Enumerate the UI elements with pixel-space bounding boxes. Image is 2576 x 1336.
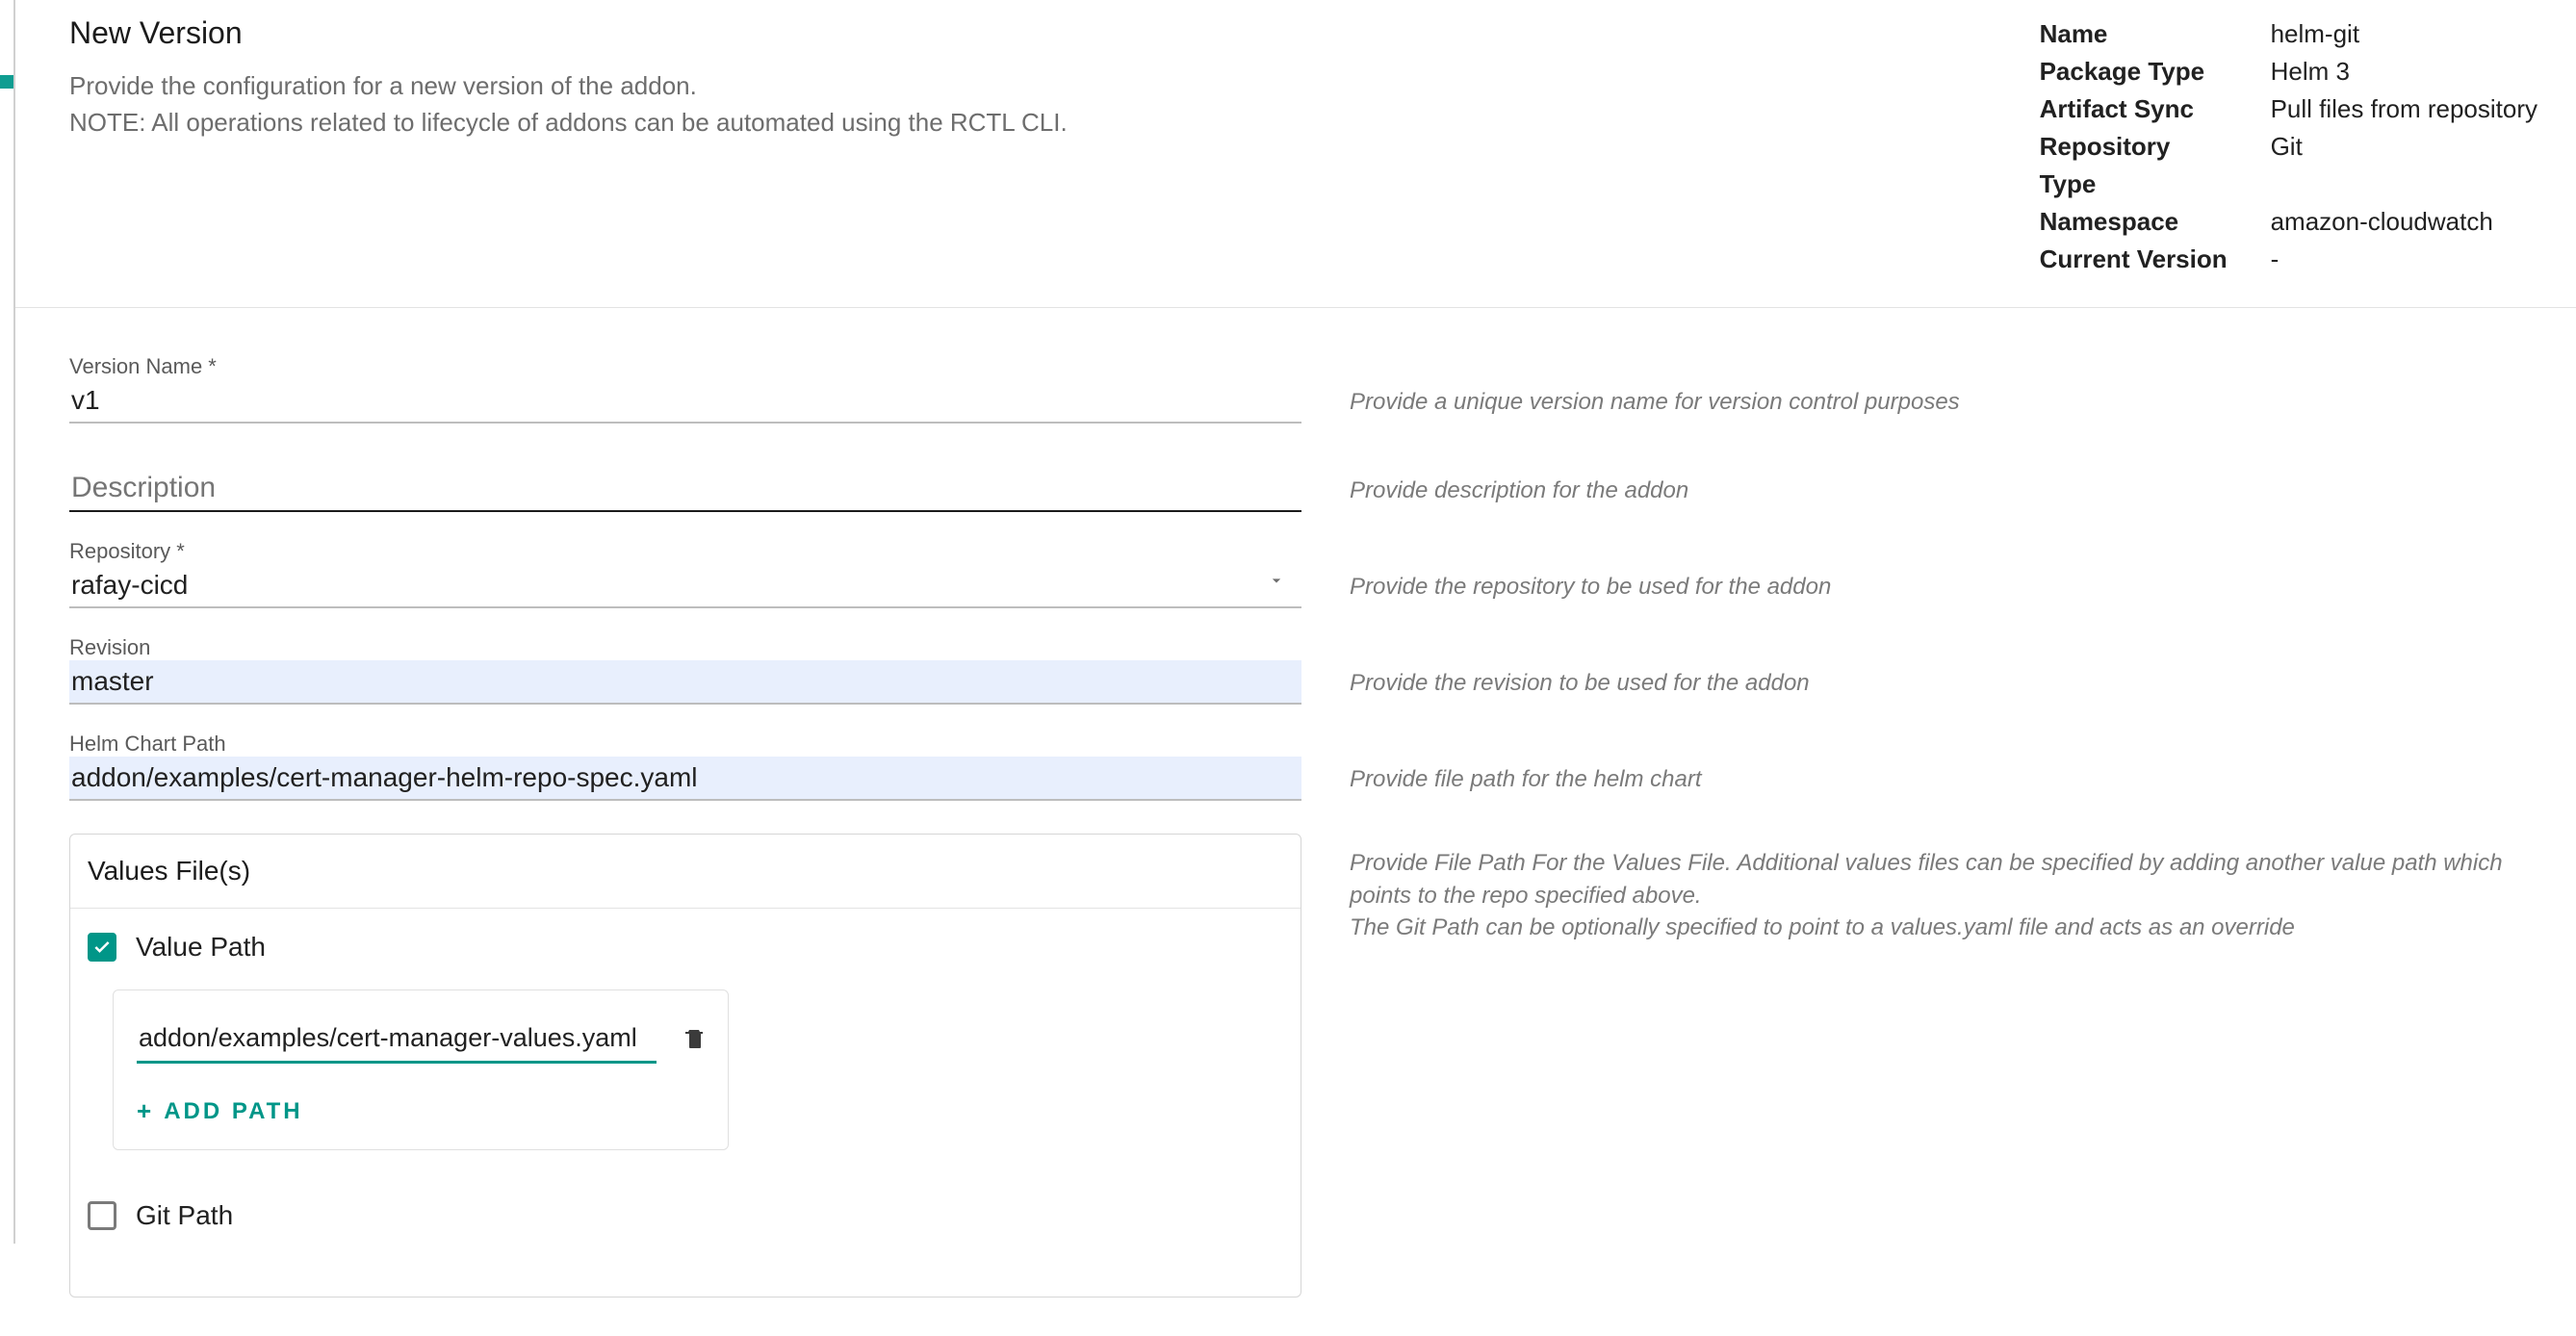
meta-namespace-value: amazon-cloudwatch bbox=[2271, 203, 2493, 241]
revision-input[interactable] bbox=[69, 660, 1301, 703]
meta-artifact-sync-value: Pull files from repository bbox=[2271, 90, 2537, 128]
page-title: New Version bbox=[69, 15, 1068, 51]
add-path-label: ADD PATH bbox=[164, 1098, 302, 1125]
helm-path-label: Helm Chart Path bbox=[69, 732, 1301, 757]
meta-name-value: helm-git bbox=[2271, 15, 2359, 53]
meta-package-type-value: Helm 3 bbox=[2271, 53, 2350, 90]
value-paths-card: + ADD PATH bbox=[113, 989, 729, 1150]
meta-repo-type-value: Git bbox=[2271, 128, 2303, 203]
values-files-card: Values File(s) Value Path bbox=[69, 834, 1301, 1297]
revision-label: Revision bbox=[69, 635, 1301, 660]
addon-meta: Name helm-git Package Type Helm 3 Artifact… bbox=[2040, 15, 2537, 278]
version-name-input[interactable] bbox=[69, 379, 1301, 424]
chevron-down-icon[interactable] bbox=[1267, 571, 1286, 595]
value-path-input[interactable] bbox=[137, 1017, 657, 1064]
values-files-hint-line1: Provide File Path For the Values File. A… bbox=[1350, 847, 2537, 912]
plus-icon: + bbox=[137, 1096, 154, 1126]
meta-current-version-label: Current Version bbox=[2040, 241, 2232, 278]
git-path-checkbox[interactable] bbox=[88, 1201, 116, 1230]
values-files-hint: Provide File Path For the Values File. A… bbox=[1350, 801, 2537, 944]
trash-icon[interactable] bbox=[683, 1024, 707, 1058]
repository-label: Repository * bbox=[69, 539, 1301, 564]
meta-name-label: Name bbox=[2040, 15, 2232, 53]
meta-artifact-sync-label: Artifact Sync bbox=[2040, 90, 2232, 128]
helm-path-hint: Provide file path for the helm chart bbox=[1350, 766, 2537, 801]
values-files-title: Values File(s) bbox=[70, 835, 1301, 909]
version-name-label: Version Name * bbox=[69, 354, 1301, 379]
value-path-checkbox[interactable] bbox=[88, 933, 116, 962]
value-path-label: Value Path bbox=[136, 932, 266, 963]
version-name-hint: Provide a unique version name for versio… bbox=[1350, 389, 2537, 424]
page-subtitle-line2: NOTE: All operations related to lifecycl… bbox=[69, 105, 1068, 141]
git-path-label: Git Path bbox=[136, 1200, 233, 1231]
meta-repo-type-label: Repository Type bbox=[2040, 128, 2232, 203]
meta-package-type-label: Package Type bbox=[2040, 53, 2232, 90]
add-path-button[interactable]: + ADD PATH bbox=[137, 1096, 705, 1126]
meta-namespace-label: Namespace bbox=[2040, 203, 2232, 241]
description-input[interactable] bbox=[69, 466, 1301, 512]
repository-hint: Provide the repository to be used for th… bbox=[1350, 574, 2537, 608]
revision-hint: Provide the revision to be used for the … bbox=[1350, 670, 2537, 705]
meta-current-version-value: - bbox=[2271, 241, 2280, 278]
helm-path-input[interactable] bbox=[69, 757, 1301, 799]
description-hint: Provide description for the addon bbox=[1350, 435, 2537, 512]
values-files-hint-line2: The Git Path can be optionally specified… bbox=[1350, 912, 2537, 944]
page-subtitle-line1: Provide the configuration for a new vers… bbox=[69, 68, 1068, 105]
repository-select[interactable] bbox=[69, 564, 1301, 608]
page-header: New Version Provide the configuration fo… bbox=[15, 0, 2576, 308]
